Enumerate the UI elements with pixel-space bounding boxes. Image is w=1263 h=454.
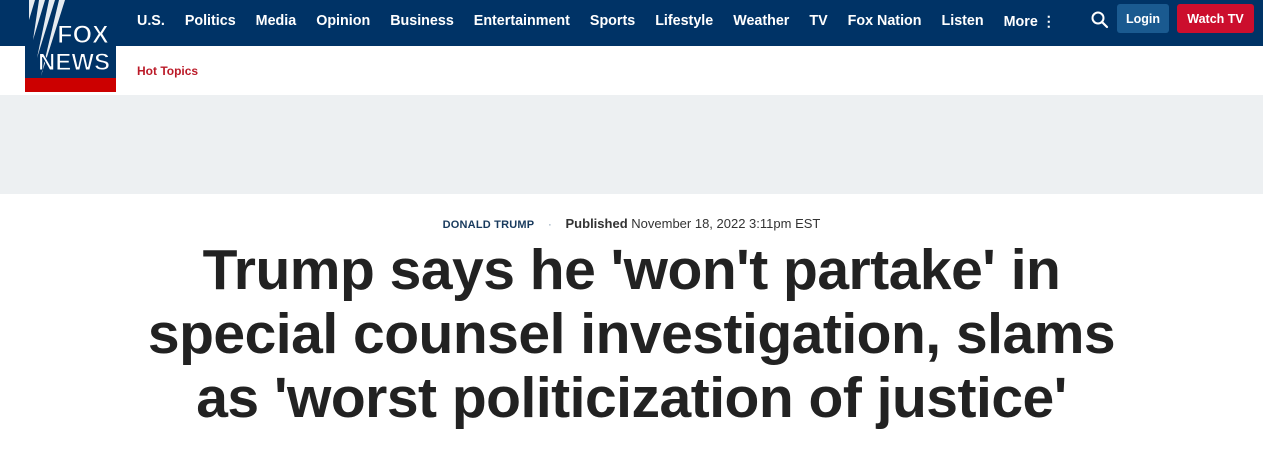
nav-item-more[interactable]: More ⋮	[994, 13, 1066, 30]
nav-item-us[interactable]: U.S.	[127, 13, 175, 29]
logo-graphic: FOX NEWS	[29, 0, 111, 77]
nav-item-media[interactable]: Media	[246, 13, 307, 29]
article-eyebrow-link[interactable]: DONALD TRUMP	[443, 219, 535, 231]
hot-topics-link[interactable]: Hot Topics	[137, 64, 198, 78]
nav-item-politics[interactable]: Politics	[175, 13, 246, 29]
nav-item-business[interactable]: Business	[380, 13, 464, 29]
logo-fox-text: FOX	[57, 21, 109, 49]
nav-item-weather[interactable]: Weather	[723, 13, 799, 29]
logo-red-band	[25, 78, 116, 92]
nav-item-entertainment[interactable]: Entertainment	[464, 13, 580, 29]
article-meta: DONALD TRUMP · Published November 18, 20…	[0, 216, 1263, 231]
ad-placeholder	[0, 95, 1263, 194]
watch-tv-button[interactable]: Watch TV	[1177, 4, 1254, 33]
sub-nav-bar: Hot Topics	[0, 46, 1263, 95]
meta-separator: ·	[547, 217, 552, 231]
published-date: November 18, 2022 3:11pm EST	[631, 216, 821, 231]
nav-item-tv[interactable]: TV	[799, 13, 837, 29]
nav-item-sports[interactable]: Sports	[580, 13, 645, 29]
vertical-dots-icon: ⋮	[1041, 12, 1056, 29]
login-button[interactable]: Login	[1117, 4, 1169, 33]
fox-news-logo[interactable]: FOX NEWS	[25, 0, 116, 92]
search-icon[interactable]	[1090, 10, 1110, 30]
nav-item-listen[interactable]: Listen	[932, 13, 994, 29]
nav-item-fox-nation[interactable]: Fox Nation	[838, 13, 932, 29]
nav-more-label: More	[1003, 13, 1038, 30]
main-nav: U.S. Politics Media Opinion Business Ent…	[127, 0, 1066, 42]
article-headline: Trump says he 'won't partake' in special…	[147, 238, 1116, 430]
nav-item-lifestyle[interactable]: Lifestyle	[645, 13, 723, 29]
logo-news-text: NEWS	[38, 49, 110, 76]
published-label: Published	[565, 216, 628, 231]
nav-item-opinion[interactable]: Opinion	[306, 13, 380, 29]
